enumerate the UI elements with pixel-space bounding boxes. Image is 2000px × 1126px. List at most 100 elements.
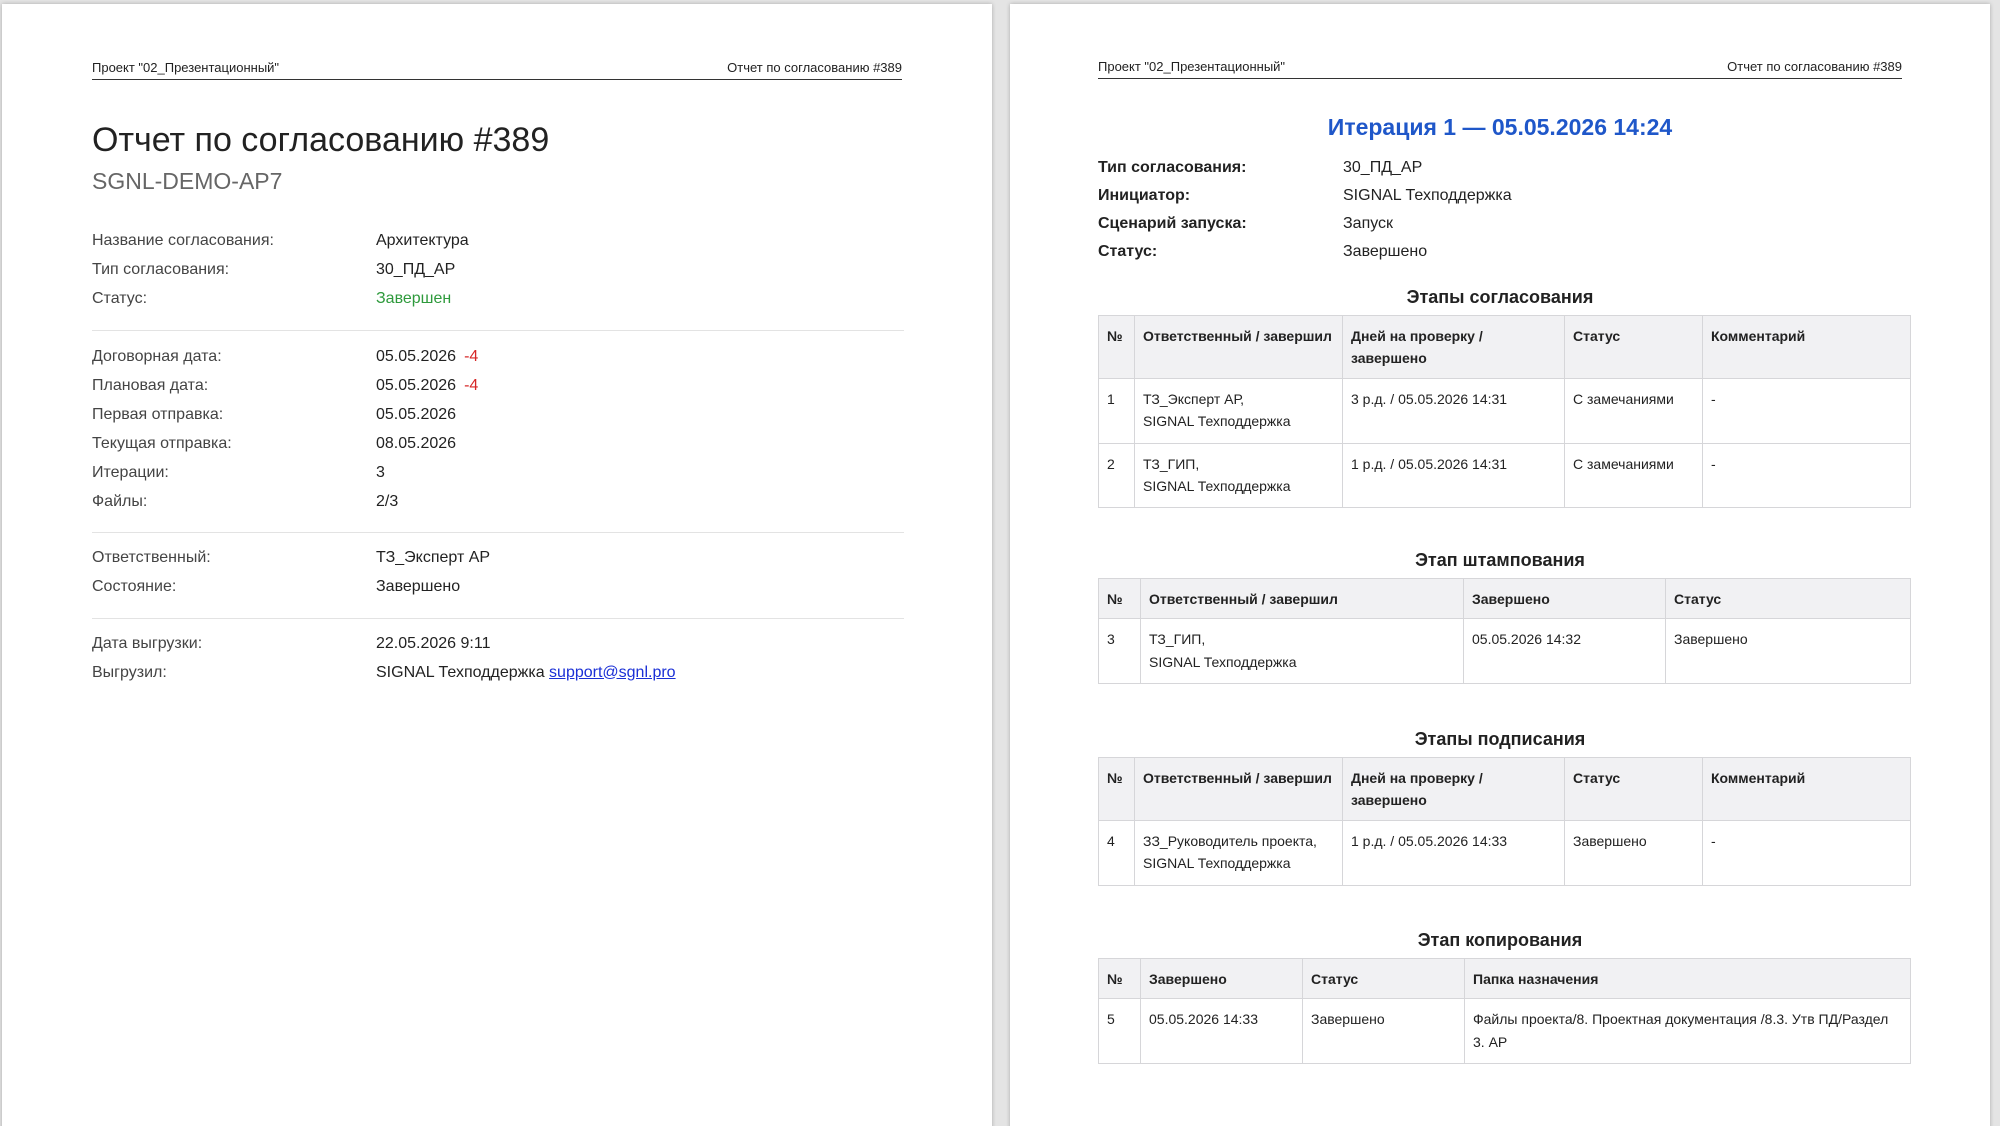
done-cell: 05.05.2026 14:32 — [1463, 618, 1666, 685]
days-cell: 3 р.д. / 05.05.2026 14:31 — [1342, 377, 1565, 444]
iteration-row: Тип согласования: 30_ПД_АР — [1098, 154, 1902, 182]
info-group-dates: Договорная дата: 05.05.2026 -4 Плановая … — [92, 342, 904, 516]
info-group-general: Название согласования: Архитектура Тип с… — [92, 226, 904, 313]
info-label: Плановая дата: — [92, 376, 209, 394]
info-label: Состояние: — [92, 577, 177, 595]
header-report-ref: Отчет по согласованию #389 — [1727, 59, 1902, 74]
column-header: № — [1098, 757, 1135, 821]
report-page-1: Проект "02_Презентационный" Отчет по сог… — [2, 4, 992, 1126]
column-header: Дней на проверку / завершено — [1342, 315, 1565, 379]
responsible-role: ТЗ_ГИП, — [1143, 455, 1200, 472]
folder-cell: Файлы проекта/8. Проектная документация … — [1464, 998, 1911, 1065]
info-row: Выгрузил: SIGNAL Техподдержка support@sg… — [92, 658, 904, 687]
column-header: Ответственный / завершил — [1134, 757, 1343, 821]
status-value: Завершено — [1343, 243, 1428, 260]
info-value: SIGNAL Техподдержка support@sgnl.pro — [376, 664, 676, 682]
info-value: 05.05.2026 — [376, 376, 457, 394]
info-value: 22.05.2026 9:11 — [376, 634, 491, 652]
table-row: 4 ЗЗ_Руководитель проекта, SIGNAL Техподд… — [1098, 819, 1911, 886]
iteration-row: Сценарий запуска: Запуск — [1098, 210, 1902, 238]
table-row: 1 ТЗ_Эксперт АР, SIGNAL Техподдержка 3 р.… — [1098, 377, 1911, 444]
column-header: № — [1098, 577, 1141, 620]
info-row: Тип согласования: 30_ПД_АР — [92, 255, 904, 284]
column-header: Дней на проверку / завершено — [1342, 757, 1565, 821]
info-label: Текущая отправка: — [92, 434, 232, 452]
responsible-role: ТЗ_Эксперт АР, — [1143, 390, 1245, 407]
support-email-link[interactable]: support@sgnl.pro — [549, 664, 676, 681]
comment-cell: - — [1702, 442, 1911, 509]
column-header: Статус — [1564, 757, 1703, 821]
responsible-cell: ТЗ_ГИП, SIGNAL Техподдержка — [1140, 618, 1464, 685]
signing-stages-title: Этапы подписания — [1414, 729, 1586, 749]
status-value: Завершен — [376, 289, 452, 307]
iteration-label: Инициатор: — [1098, 187, 1191, 204]
days-cell: 1 р.д. / 05.05.2026 14:31 — [1342, 442, 1565, 509]
done-cell: 05.05.2026 14:33 — [1140, 998, 1303, 1065]
iteration-label: Статус: — [1098, 243, 1158, 260]
info-label: Статус: — [92, 289, 148, 307]
approval-stages-title: Этапы согласования — [1406, 287, 1594, 307]
info-label: Итерации: — [92, 463, 169, 481]
status-cell: С замечаниями — [1564, 442, 1703, 509]
delta-value: -4 — [464, 347, 479, 365]
document-viewer: Проект "02_Презентационный" Отчет по сог… — [0, 0, 2000, 1126]
column-header: № — [1098, 315, 1135, 379]
row-number: 4 — [1098, 819, 1135, 886]
column-header: Статус — [1665, 577, 1911, 620]
table-header-row: № Завершено Статус Папка назначения — [1098, 957, 1911, 1000]
responsible-role: ТЗ_ГИП, — [1149, 631, 1206, 648]
header-project: Проект "02_Презентационный" — [1098, 59, 1286, 74]
responsible-cell: ТЗ_ГИП, SIGNAL Техподдержка — [1134, 442, 1343, 509]
iteration-label: Сценарий запуска: — [1098, 215, 1247, 232]
iteration-title: Итерация 1 — 05.05.2026 14:24 — [1327, 114, 1673, 140]
report-page-2: Проект "02_Презентационный" Отчет по сог… — [1010, 4, 1990, 1126]
table-header-row: № Ответственный / завершил Дней на прове… — [1098, 757, 1911, 821]
info-row: Договорная дата: 05.05.2026 -4 — [92, 342, 904, 371]
stamp-stage-table: № Ответственный / завершил Завершено Ста… — [1098, 577, 1911, 685]
info-value: 3 — [376, 463, 385, 481]
column-header: Ответственный / завершил — [1140, 577, 1464, 620]
header-report-ref: Отчет по согласованию #389 — [727, 60, 902, 75]
stamp-stage-title: Этап штампования — [1415, 550, 1585, 570]
info-value: 05.05.2026 — [376, 405, 457, 423]
info-row: Ответственный: ТЗ_Эксперт АР — [92, 543, 904, 572]
column-header: Статус — [1564, 315, 1703, 379]
column-header: Завершено — [1463, 577, 1666, 620]
info-value: 2/3 — [376, 492, 399, 510]
divider — [92, 618, 904, 619]
copy-stage-table: № Завершено Статус Папка назначения 5 05… — [1098, 957, 1911, 1065]
column-header: Завершено — [1140, 957, 1303, 1000]
page-header: Проект "02_Презентационный" Отчет по сог… — [92, 60, 902, 80]
info-label: Выгрузил: — [92, 663, 167, 681]
responsible-cell: ЗЗ_Руководитель проекта, SIGNAL Техподдер… — [1134, 819, 1343, 886]
info-row: Дата выгрузки: 22.05.2026 9:11 — [92, 629, 904, 658]
status-cell: С замечаниями — [1564, 377, 1703, 444]
info-row: Текущая отправка: 08.05.2026 — [92, 429, 904, 458]
exported-by-name: SIGNAL Техподдержка — [376, 663, 545, 681]
status-cell: Завершено — [1302, 998, 1465, 1065]
info-value: Архитектура — [376, 231, 469, 249]
days-cell: 1 р.д. / 05.05.2026 14:33 — [1342, 819, 1565, 886]
page-header: Проект "02_Презентационный" Отчет по сог… — [1098, 59, 1902, 79]
column-header: Папка назначения — [1464, 957, 1911, 1000]
info-row: Название согласования: Архитектура — [92, 226, 904, 255]
info-row: Плановая дата: 05.05.2026 -4 — [92, 371, 904, 400]
info-group-export: Дата выгрузки: 22.05.2026 9:11 Выгрузил:… — [92, 629, 904, 687]
responsible-role: ЗЗ_Руководитель проекта, — [1143, 832, 1317, 849]
status-cell: Завершено — [1665, 618, 1911, 685]
column-header: Комментарий — [1702, 315, 1911, 379]
table-header-row: № Ответственный / завершил Завершено Ста… — [1098, 577, 1911, 620]
info-label: Договорная дата: — [92, 347, 222, 365]
row-number: 1 — [1098, 377, 1135, 444]
responsible-person: SIGNAL Техподдержка — [1149, 653, 1297, 670]
info-value: ТЗ_Эксперт АР — [376, 548, 491, 566]
table-header-row: № Ответственный / завершил Дней на прове… — [1098, 315, 1911, 379]
approval-stages-table: № Ответственный / завершил Дней на прове… — [1098, 315, 1911, 509]
info-label: Название согласования: — [92, 231, 274, 249]
info-row: Статус: Завершен — [92, 284, 904, 313]
info-label: Первая отправка: — [92, 405, 224, 423]
iteration-value: 30_ПД_АР — [1343, 159, 1423, 176]
divider — [92, 330, 904, 331]
iteration-value: Запуск — [1343, 215, 1394, 232]
status-cell: Завершено — [1564, 819, 1703, 886]
